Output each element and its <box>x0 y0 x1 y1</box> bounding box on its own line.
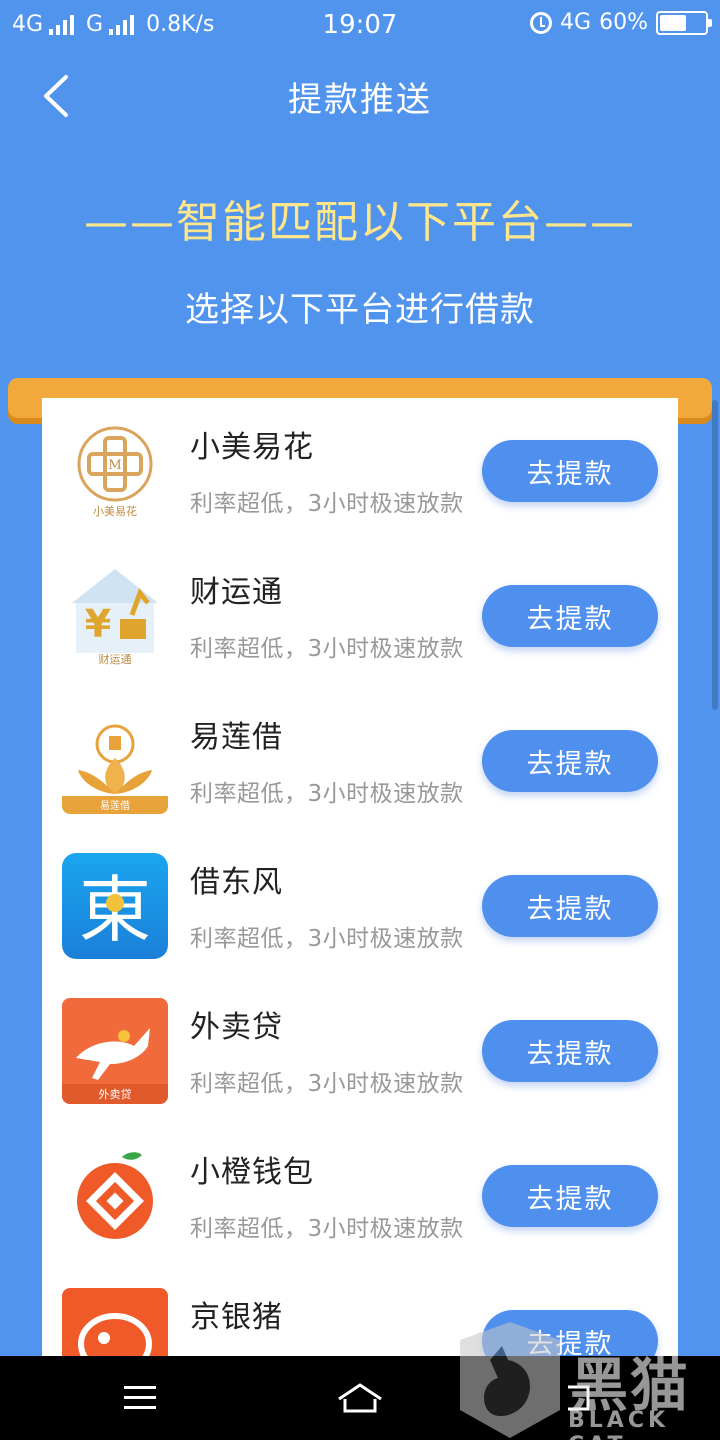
withdraw-button[interactable]: 去提款 <box>482 440 658 502</box>
menu-button[interactable] <box>110 1376 170 1420</box>
platform-logo-icon <box>62 1143 168 1249</box>
menu-icon <box>124 1386 156 1409</box>
platform-name: 易莲借 <box>190 720 283 755</box>
svg-text:易莲借: 易莲借 <box>100 800 130 812</box>
withdraw-button[interactable]: 去提款 <box>482 875 658 937</box>
platform-logo-icon <box>62 1288 168 1358</box>
platform-name: 外卖贷 <box>190 1010 283 1045</box>
platform-name: 小美易花 <box>190 430 314 465</box>
list-item[interactable]: M 小美易花 小美易花 利率超低，3小时极速放款 去提款 <box>42 398 678 543</box>
platform-name: 借东风 <box>190 865 283 900</box>
banner-title: ——智能匹配以下平台—— <box>84 197 636 248</box>
svg-text:¥: ¥ <box>85 602 111 646</box>
alarm-icon <box>530 11 553 34</box>
withdraw-button[interactable]: 去提款 <box>482 730 658 792</box>
withdraw-button[interactable]: 去提款 <box>482 1020 658 1082</box>
withdraw-button[interactable]: 去提款 <box>482 585 658 647</box>
scrollbar[interactable] <box>712 400 718 710</box>
list-item[interactable]: 小橙钱包 利率超低，3小时极速放款 去提款 <box>42 1123 678 1268</box>
network-label-3: 4G <box>560 10 592 35</box>
platform-logo-icon: 東 <box>62 853 168 959</box>
list-item[interactable]: 東 借东风 利率超低，3小时极速放款 去提款 <box>42 833 678 978</box>
platform-list[interactable]: M 小美易花 小美易花 利率超低，3小时极速放款 去提款 ¥ 财运通 财运通 利… <box>42 398 678 1358</box>
platform-desc: 利率超低，3小时极速放款 <box>190 1071 464 1097</box>
list-item[interactable]: 外卖贷 外卖贷 利率超低，3小时极速放款 去提款 <box>42 978 678 1123</box>
platform-desc: 利率超低，3小时极速放款 <box>190 781 464 807</box>
svg-text:M: M <box>108 458 121 473</box>
list-item[interactable]: ¥ 财运通 财运通 利率超低，3小时极速放款 去提款 <box>42 543 678 688</box>
banner-subtitle: 选择以下平台进行借款 <box>185 290 535 330</box>
status-right: 4G 60% <box>530 10 712 35</box>
svg-text:财运通: 财运通 <box>99 652 132 666</box>
platform-logo-icon: 外卖贷 <box>62 998 168 1104</box>
home-icon <box>338 1383 382 1413</box>
platform-logo-icon: ¥ 财运通 <box>62 563 168 669</box>
battery-percent: 60% <box>599 10 648 35</box>
status-bar: 4G G 0.8K/s 19:07 4G 60% <box>0 0 720 52</box>
battery-icon <box>656 10 712 35</box>
svg-text:小美易花: 小美易花 <box>93 505 137 518</box>
nav-bar: 提款推送 <box>0 52 720 140</box>
platform-name: 小橙钱包 <box>190 1155 314 1190</box>
platform-desc: 利率超低，3小时极速放款 <box>190 1216 464 1242</box>
withdraw-button[interactable]: 去提款 <box>482 1165 658 1227</box>
platform-desc: 利率超低，3小时极速放款 <box>190 491 464 517</box>
platform-desc: 利率超低，3小时极速放款 <box>190 926 464 952</box>
list-item[interactable]: 易莲借 易莲借 利率超低，3小时极速放款 去提款 <box>42 688 678 833</box>
home-button[interactable] <box>330 1376 390 1420</box>
platform-name: 财运通 <box>190 575 283 610</box>
platform-logo-icon: M 小美易花 <box>62 418 168 524</box>
platform-name: 京银猪 <box>190 1300 283 1335</box>
page-title: 提款推送 <box>288 80 432 120</box>
platform-logo-icon: 易莲借 <box>62 708 168 814</box>
watermark-sub: BLACK CAT <box>568 1408 670 1440</box>
svg-text:外卖贷: 外卖贷 <box>99 1087 132 1101</box>
platform-desc: 利率超低，3小时极速放款 <box>190 636 464 662</box>
